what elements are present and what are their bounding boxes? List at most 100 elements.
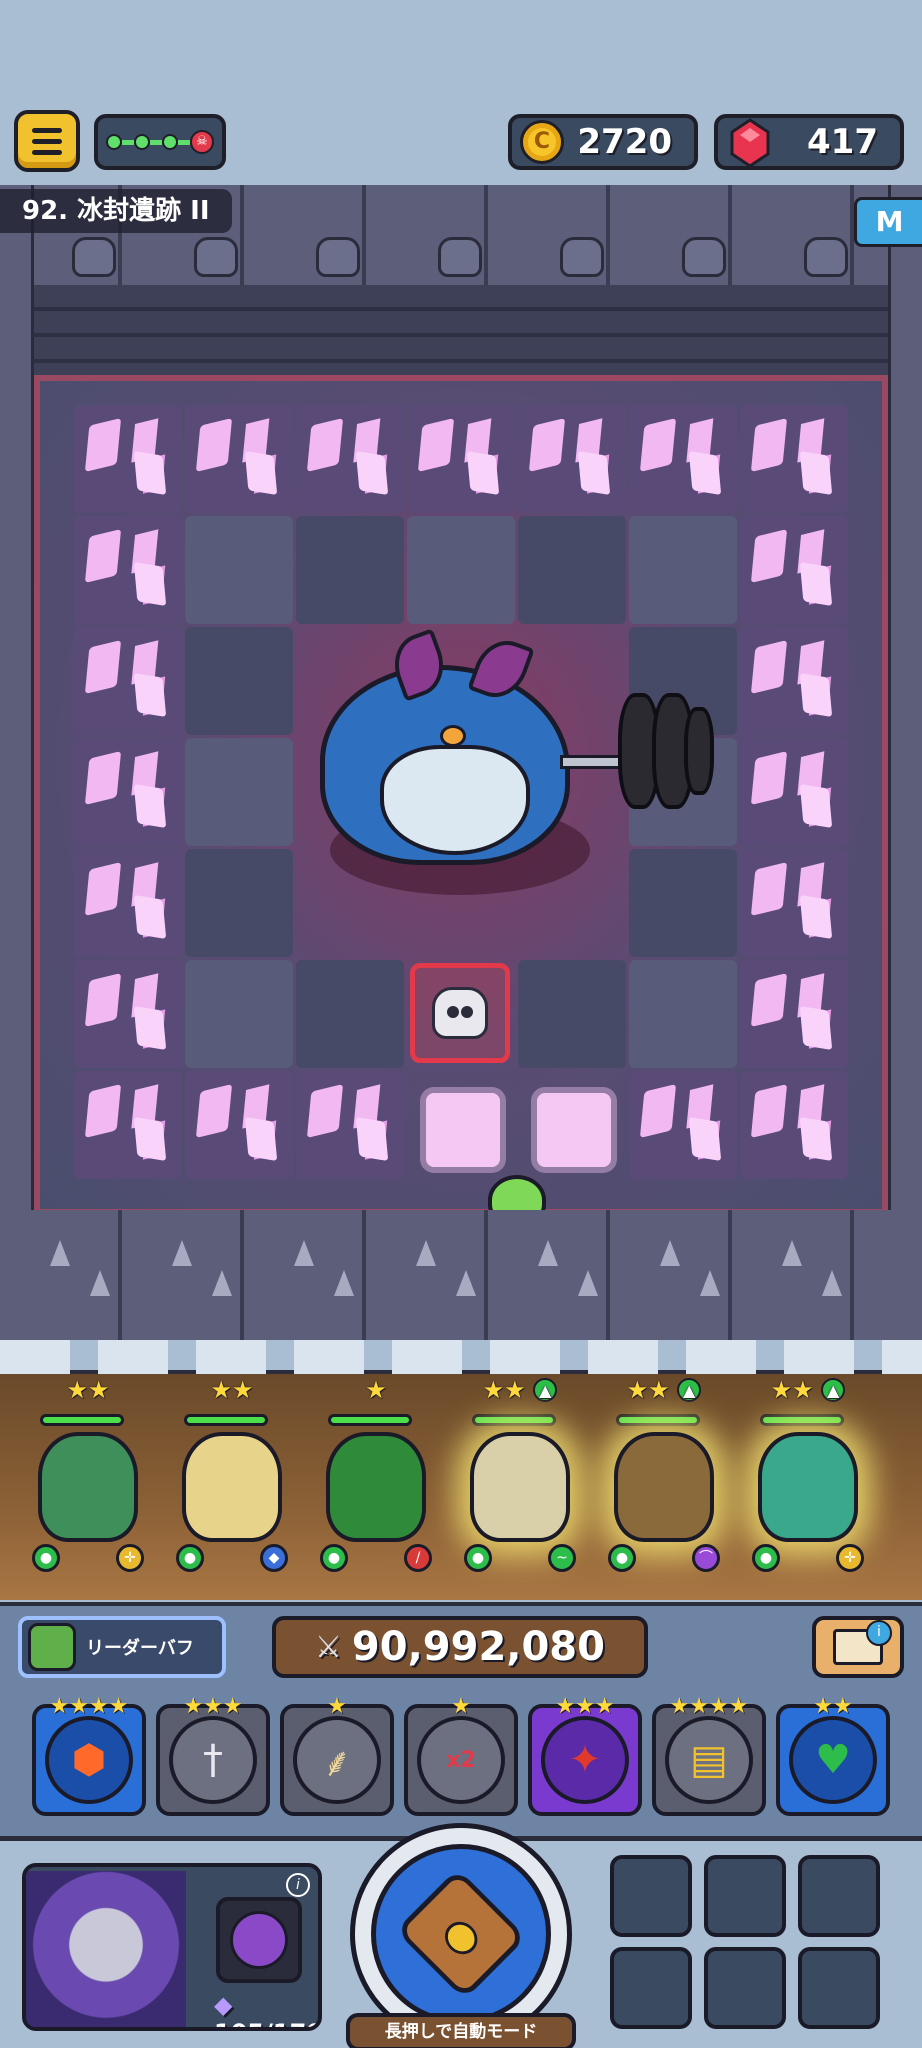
dice-icon [395, 1868, 527, 2000]
leader-buff-button[interactable]: リーダーバフ [18, 1616, 226, 1678]
crystal-tile [296, 405, 404, 513]
phoenix-icon: ✦ [541, 1716, 629, 1804]
bottom-panel: ◆ 105/170 i 長押しで自動モード [0, 1823, 922, 2048]
feather-icon: ~ [548, 1544, 576, 1572]
path-tile [537, 1093, 611, 1167]
crystal-tile [74, 849, 182, 957]
barbell-plate [684, 707, 714, 795]
power-value: 90,992,080 [351, 1624, 605, 1670]
hero-card-knight[interactable]: ★★ ● ◆ [162, 1376, 302, 1576]
item-slot[interactable] [704, 1855, 786, 1937]
gem-counter[interactable]: 417 [714, 114, 904, 170]
skill-gauntlet[interactable]: ★ x2 [404, 1694, 518, 1816]
hero-team: ★★ ● ✛ ★★ ● ◆ ★ ● / ★★ ▲ ● ~ ★★ ▲ ● ⌒ ★★… [0, 1340, 922, 1602]
hp-bar [472, 1414, 556, 1426]
crystal-tile [74, 738, 182, 846]
hp-bar [616, 1414, 700, 1426]
dagger-icon: † [169, 1716, 257, 1804]
skill-spellbook[interactable]: ★★★★ ▤ [652, 1694, 766, 1816]
item-slot[interactable] [704, 1947, 786, 2029]
boss-target-tile [410, 963, 510, 1063]
skill-fire-hex[interactable]: ★★★★ ⬢ [32, 1694, 146, 1816]
crystal-tile [407, 405, 515, 513]
weightlifter-boss[interactable] [300, 605, 740, 905]
wall-skull-icon [682, 237, 726, 277]
wall-skull-icon [316, 237, 360, 277]
item-slot[interactable] [798, 1855, 880, 1937]
hero-card-elder[interactable]: ★★ ▲ ● ~ [450, 1376, 590, 1576]
auto-mode-hint: 長押しで自動モード [346, 2013, 576, 2048]
hero-avatar [470, 1432, 570, 1542]
hp-bar [760, 1414, 844, 1426]
crystal-tile [740, 1071, 848, 1179]
hero-avatar [614, 1432, 714, 1542]
crystal-tile [74, 1071, 182, 1179]
item-slot[interactable] [798, 1947, 880, 2029]
wall-skull-icon [438, 237, 482, 277]
leaf-element-icon: ● [32, 1544, 60, 1572]
leaf-element-icon: ● [176, 1544, 204, 1572]
book-info-icon [833, 1620, 892, 1665]
action-strip: リーダーバフ ⚔ 90,992,080 [0, 1602, 922, 1682]
progress-node [134, 134, 150, 150]
hero-stars: ★★ [210, 1376, 254, 1404]
heart-icon: ♥ [789, 1716, 877, 1804]
fire-icon: ⬢ [45, 1716, 133, 1804]
hero-stars: ★ [365, 1376, 387, 1404]
crystal-tile [740, 405, 848, 513]
hp-bar [328, 1414, 412, 1426]
coin-counter[interactable]: C 2720 [508, 114, 698, 170]
info-book-button[interactable] [812, 1616, 904, 1678]
spike-wall [0, 1210, 922, 1340]
leaf-element-icon: ● [752, 1544, 780, 1572]
hero-card-treant[interactable]: ★★ ▲ ● ⌒ [594, 1376, 734, 1576]
skill-bar: ★★★★ ⬢ ★★★ † ★ ⸙ ★ x2 ★★★ ✦ ★★★★ ▤ ★★ ♥ [0, 1682, 922, 1842]
upgrade-arrow-icon: ▲ [821, 1378, 846, 1402]
wall-skull-icon [560, 237, 604, 277]
crystal-tile [74, 627, 182, 735]
shield-icon: ◆ [260, 1544, 288, 1572]
gauntlet-icon: x2 [417, 1716, 505, 1804]
staff-icon: ⌒ [692, 1544, 720, 1572]
stage-progress[interactable]: ☠ [94, 114, 226, 170]
dice-roll[interactable]: 長押しで自動モード [346, 1823, 576, 2048]
crystal-tile [740, 627, 848, 735]
skill-dagger[interactable]: ★★★ † [156, 1694, 270, 1816]
skill-heart[interactable]: ★★ ♥ [776, 1694, 890, 1816]
info-icon[interactable]: i [286, 1873, 310, 1897]
leader-panel[interactable]: ◆ 105/170 i [22, 1863, 322, 2031]
crystal-tile [74, 960, 182, 1068]
hero-stars: ★★ ▲ [738, 1376, 878, 1404]
map-flag-button[interactable]: M [854, 197, 922, 247]
hero-card-general[interactable]: ★ ● / [306, 1376, 446, 1576]
spellbook-icon: ▤ [665, 1716, 753, 1804]
hero-card-maiden[interactable]: ★★ ▲ ● ✛ [738, 1376, 878, 1576]
leaf-element-icon: ● [608, 1544, 636, 1572]
crystal-tile [296, 1071, 404, 1179]
mana-gem-icon: ◆ [214, 1991, 233, 2019]
wall-skull-icon [194, 237, 238, 277]
top-bar: ☠ C 2720 417 [0, 0, 922, 185]
hero-card-dryad[interactable]: ★★ ● ✛ [18, 1376, 158, 1576]
skill-feather[interactable]: ★ ⸙ [280, 1694, 394, 1816]
crystal-tile [740, 960, 848, 1068]
leaf-element-icon: ● [464, 1544, 492, 1572]
hero-avatar [326, 1432, 426, 1542]
ruby-gem-icon [730, 118, 770, 168]
progress-node [106, 134, 122, 150]
wall-skull-icon [804, 237, 848, 277]
menu-button[interactable] [14, 110, 80, 172]
boss-eye [440, 725, 466, 747]
item-slot[interactable] [610, 1855, 692, 1937]
item-slot[interactable] [610, 1947, 692, 2029]
hero-stars: ★★ [66, 1376, 110, 1404]
hamburger-icon [32, 127, 62, 133]
stage-title: 92. 冰封遺跡 II [0, 189, 232, 233]
leader-skill-slot[interactable] [216, 1897, 302, 1983]
hero-stars: ★★ ▲ [450, 1376, 590, 1404]
path-tile [426, 1093, 500, 1167]
crystal-tile [629, 405, 737, 513]
crosshair-icon: ✛ [116, 1544, 144, 1572]
skill-phoenix[interactable]: ★★★ ✦ [528, 1694, 642, 1816]
boss-beard [380, 745, 530, 855]
